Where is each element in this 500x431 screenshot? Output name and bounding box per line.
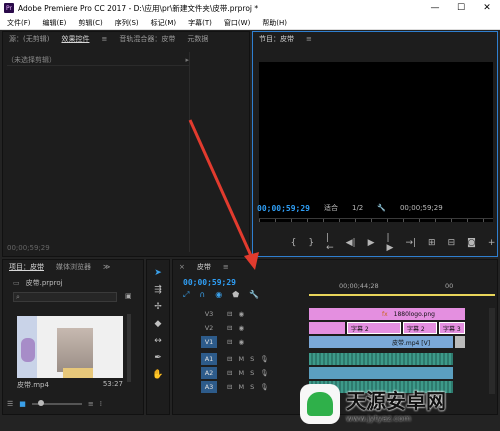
watermark-name: 天源安卓网: [346, 389, 446, 413]
annotation-arrow-icon: [188, 119, 259, 270]
watermark-url: www.jytyaz.com: [346, 414, 411, 423]
watermark-text: 天源安卓网 www.jytyaz.com: [346, 385, 446, 423]
watermark-logo-icon: [300, 384, 340, 424]
watermark: 天源安卓网 www.jytyaz.com: [300, 380, 496, 428]
